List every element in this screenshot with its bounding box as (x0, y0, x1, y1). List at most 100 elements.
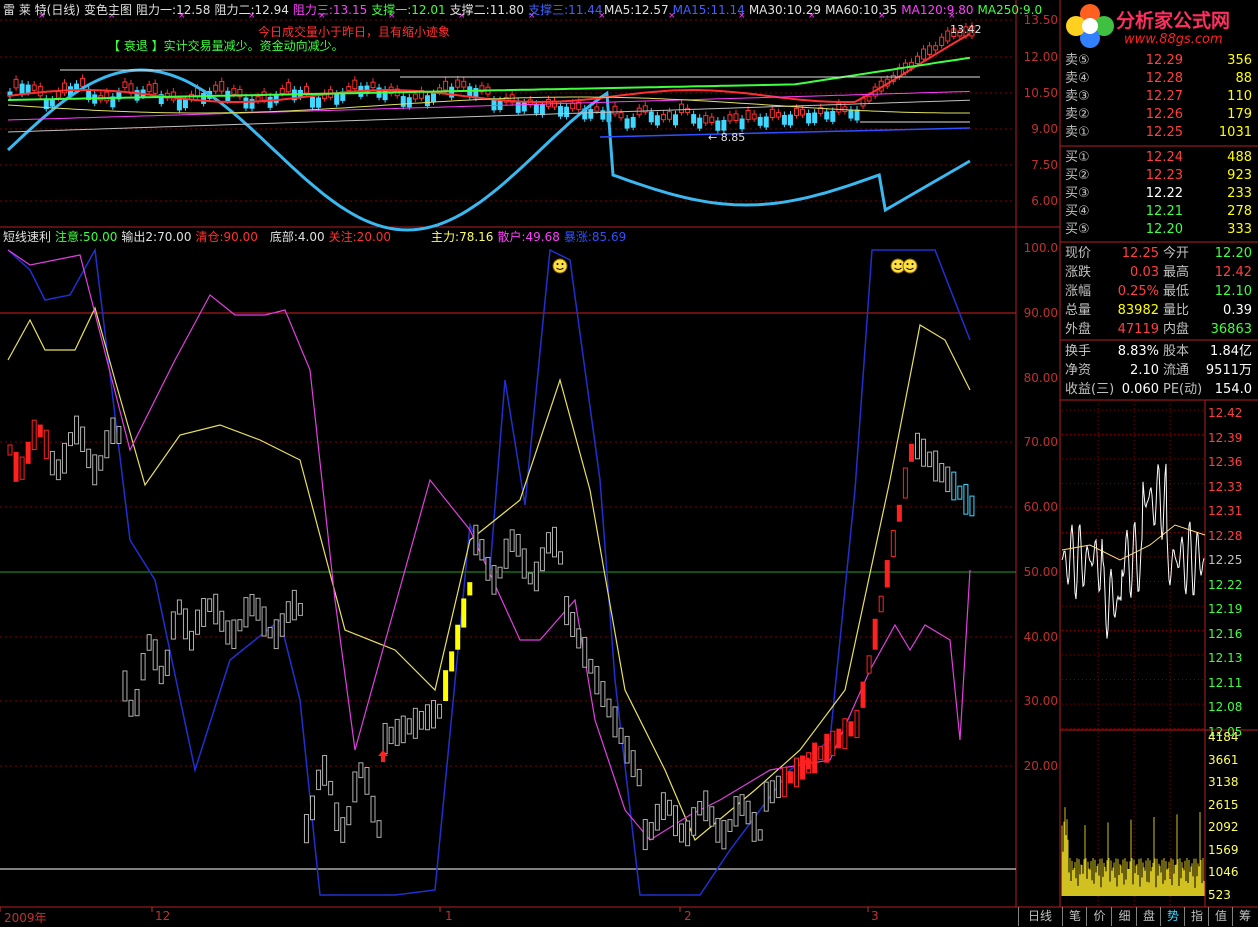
osc-candle (655, 804, 659, 830)
candlestick (123, 82, 127, 88)
tab-8[interactable]: 筹 (1232, 907, 1257, 926)
candlestick (655, 116, 659, 125)
osc-tick-label: 60.00 (1018, 500, 1058, 514)
ma30-label: MA30:10.29 (749, 3, 821, 17)
tab-0[interactable]: 日线 (1018, 907, 1061, 926)
buy-level-price: 12.20 (1063, 221, 1183, 239)
tab-5[interactable]: 势 (1160, 907, 1185, 926)
osc-candle (680, 824, 684, 842)
osc-candle (516, 535, 520, 557)
mini-volume-tick: 3138 (1208, 775, 1239, 789)
candlestick (317, 98, 321, 107)
price-tick-label: 7.50 (1018, 158, 1058, 172)
quote-stat-row: 现价 12.25 今开 12.20 (1063, 244, 1256, 263)
sell-level-row[interactable]: 卖⑤ 12.29 356 (1063, 52, 1256, 70)
osc-candle (99, 456, 103, 470)
tab-2[interactable]: 价 (1086, 907, 1112, 926)
sell-level-row[interactable]: 卖① 12.25 1031 (1063, 124, 1256, 142)
osc-candle (661, 793, 665, 820)
osc-candle (625, 736, 629, 763)
price-tick-label: 13.50 (1018, 13, 1058, 27)
date-label: 2009年 (4, 909, 47, 926)
main-chart-header: 雷 莱 特(日线) 变色主图 阻力一:12.58 阻力二:12.94 阻力三:13.15… (3, 3, 606, 17)
candlestick (849, 110, 853, 118)
osc-candle (123, 671, 127, 701)
osc-candle (855, 710, 859, 737)
candlestick (147, 85, 151, 92)
stat-label: 最高 (1163, 263, 1189, 282)
mini-price-tick: 12.11 (1208, 676, 1242, 690)
stock-name[interactable]: 雷 莱 特 (3, 3, 47, 17)
candlestick (32, 85, 36, 90)
tab-1[interactable]: 笔 (1062, 907, 1087, 926)
buy-level-row[interactable]: 买② 12.23 923 (1063, 167, 1256, 185)
volume-note: 今日成交量小于昨日，且有缩小迹象 (258, 25, 450, 39)
tab-4[interactable]: 盘 (1136, 907, 1161, 926)
osc-candle (595, 666, 599, 693)
stat-value: 12.10 (1215, 282, 1252, 301)
candlestick (492, 100, 496, 110)
stat-label: 最低 (1163, 282, 1189, 301)
low-price-label: ← 8.85 (708, 131, 749, 145)
quote-stat-row: 涨跌 0.03 最高 12.42 (1063, 263, 1256, 282)
candlestick (710, 117, 714, 122)
sell-level-price: 12.26 (1063, 106, 1183, 124)
buy-level-row[interactable]: 买④ 12.21 278 (1063, 203, 1256, 221)
osc-candle (649, 823, 653, 840)
candlestick (456, 80, 460, 87)
osc-name[interactable]: 短线速利 (3, 230, 51, 244)
support-1: 支撑一:12.01 (371, 3, 445, 17)
osc-candle (153, 640, 157, 670)
candlestick (928, 46, 932, 55)
osc-candle (419, 711, 423, 729)
osc-candle (843, 719, 847, 749)
osc-candle (389, 727, 393, 743)
logo-title: 分析家公式网 (1116, 6, 1230, 33)
osc-candle (686, 821, 690, 846)
osc-candle (323, 756, 327, 786)
period-label[interactable]: (日线) (47, 3, 80, 17)
stat-value: 9511万 (1206, 361, 1252, 380)
tab-7[interactable]: 值 (1208, 907, 1233, 926)
osc-candle (734, 797, 738, 826)
osc-candle (916, 433, 920, 458)
osc-candle (571, 613, 575, 637)
osc-candle (262, 607, 266, 636)
buy-level-row[interactable]: 买③ 12.22 233 (1063, 185, 1256, 203)
buy-level-row[interactable]: 买⑤ 12.20 333 (1063, 221, 1256, 239)
indicator-name[interactable]: 变色主图 (84, 3, 132, 17)
sell-level-row[interactable]: 卖③ 12.27 110 (1063, 88, 1256, 106)
sell-level-row[interactable]: 卖④ 12.28 88 (1063, 70, 1256, 88)
candlestick (764, 117, 768, 127)
osc-candle (940, 463, 944, 481)
osc-candle (601, 682, 605, 707)
stat-label: 今开 (1163, 244, 1189, 263)
stat-value: 12.25 (1063, 244, 1159, 263)
tab-6[interactable]: 指 (1184, 907, 1209, 926)
site-logo: 分析家公式网 www.88gs.com (1064, 2, 1256, 52)
mini-volume-tick: 1046 (1208, 865, 1239, 879)
resistance-3: 阻力三:13.15 (293, 3, 367, 17)
candlestick (75, 84, 79, 89)
buy-level-row[interactable]: 买① 12.24 488 (1063, 149, 1256, 167)
candlestick (559, 107, 563, 117)
osc-candle (69, 433, 73, 446)
osc-candle (401, 716, 405, 743)
candlestick (680, 104, 684, 112)
stat-value: 2.10 (1063, 361, 1159, 380)
osc-candle (425, 705, 429, 730)
mini-price-tick: 12.16 (1208, 627, 1242, 641)
candlestick (347, 87, 351, 91)
tab-3[interactable]: 细 (1111, 907, 1137, 926)
stat-label: 内盘 (1163, 320, 1189, 339)
sell-level-volume: 356 (1227, 52, 1252, 70)
osc-candle (540, 548, 544, 571)
sell-level-row[interactable]: 卖② 12.26 179 (1063, 106, 1256, 124)
osc-candle (341, 818, 345, 843)
osc-candle (444, 671, 448, 701)
candlestick (801, 109, 805, 115)
ma5-label: MA5:12.57 (604, 3, 669, 17)
candlestick (214, 85, 218, 91)
candlestick (371, 82, 375, 87)
stat-value: 8.83% (1063, 342, 1159, 361)
